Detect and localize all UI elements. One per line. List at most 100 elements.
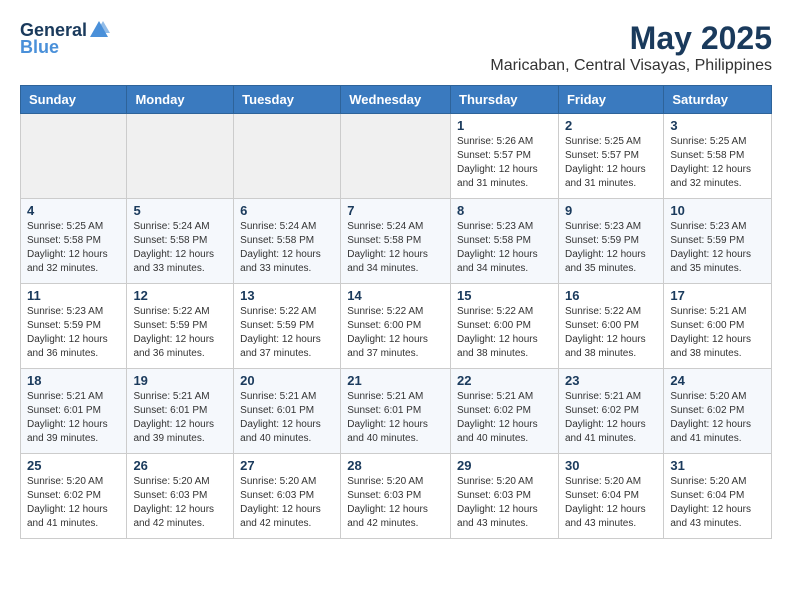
day-info: Sunrise: 5:21 AM Sunset: 6:01 PM Dayligh…: [240, 390, 334, 446]
day-cell: 29 Sunrise: 5:20 AM Sunset: 6:03 PM Dayli…: [451, 454, 559, 539]
logo-blue-text: Blue: [20, 37, 59, 58]
day-cell: 14Sunrise: 5:22 AM Sunset: 6:00 PM Dayli…: [341, 284, 451, 369]
day-number: 16: [565, 288, 657, 303]
day-cell: 13 Sunrise: 5:22 AM Sunset: 5:59 PM Dayli…: [234, 284, 341, 369]
day-cell: 22 Sunrise: 5:21 AM Sunset: 6:02 PM Dayli…: [451, 369, 559, 454]
day-cell: [234, 114, 341, 199]
day-info: Sunrise: 5:25 AM Sunset: 5:58 PM Dayligh…: [27, 220, 120, 276]
day-number: 26: [133, 458, 227, 473]
main-title: May 2025: [490, 20, 772, 57]
day-cell: 31 Sunrise: 5:20 AM Sunset: 6:04 PM Dayli…: [664, 454, 772, 539]
day-cell: 5 Sunrise: 5:24 AM Sunset: 5:58 PM Daylig…: [127, 199, 234, 284]
day-cell: [127, 114, 234, 199]
day-cell: 2 Sunrise: 5:25 AM Sunset: 5:57 PM Daylig…: [558, 114, 663, 199]
title-area: May 2025 Maricaban, Central Visayas, Phi…: [490, 20, 772, 75]
day-info: Sunrise: 5:20 AM Sunset: 6:04 PM Dayligh…: [670, 475, 765, 531]
day-number: 30: [565, 458, 657, 473]
day-number: 31: [670, 458, 765, 473]
column-header-wednesday: Wednesday: [341, 86, 451, 114]
day-cell: 27Sunrise: 5:20 AM Sunset: 6:03 PM Dayli…: [234, 454, 341, 539]
day-number: 9: [565, 203, 657, 218]
day-number: 23: [565, 373, 657, 388]
day-number: 25: [27, 458, 120, 473]
week-row-3: 11Sunrise: 5:23 AM Sunset: 5:59 PM Dayli…: [21, 284, 772, 369]
column-header-thursday: Thursday: [451, 86, 559, 114]
day-cell: 30 Sunrise: 5:20 AM Sunset: 6:04 PM Dayli…: [558, 454, 663, 539]
day-number: 20: [240, 373, 334, 388]
column-header-tuesday: Tuesday: [234, 86, 341, 114]
day-number: 3: [670, 118, 765, 133]
day-number: 5: [133, 203, 227, 218]
day-cell: [21, 114, 127, 199]
day-info: Sunrise: 5:22 AM Sunset: 5:59 PM Dayligh…: [240, 305, 334, 361]
header: General Blue May 2025 Maricaban, Central…: [20, 20, 772, 75]
day-number: 11: [27, 288, 120, 303]
day-info: Sunrise: 5:24 AM Sunset: 5:58 PM Dayligh…: [133, 220, 227, 276]
day-number: 28: [347, 458, 444, 473]
day-info: Sunrise: 5:20 AM Sunset: 6:03 PM Dayligh…: [457, 475, 552, 531]
day-cell: 24 Sunrise: 5:20 AM Sunset: 6:02 PM Dayli…: [664, 369, 772, 454]
day-cell: 3 Sunrise: 5:25 AM Sunset: 5:58 PM Daylig…: [664, 114, 772, 199]
day-info: Sunrise: 5:23 AM Sunset: 5:58 PM Dayligh…: [457, 220, 552, 276]
day-info: Sunrise: 5:21 AM Sunset: 6:00 PM Dayligh…: [670, 305, 765, 361]
day-info: Sunrise: 5:23 AM Sunset: 5:59 PM Dayligh…: [565, 220, 657, 276]
day-number: 24: [670, 373, 765, 388]
day-info: Sunrise: 5:21 AM Sunset: 6:01 PM Dayligh…: [133, 390, 227, 446]
day-number: 13: [240, 288, 334, 303]
logo: General Blue: [20, 20, 110, 58]
day-number: 29: [457, 458, 552, 473]
day-info: Sunrise: 5:20 AM Sunset: 6:03 PM Dayligh…: [347, 475, 444, 531]
day-cell: 26Sunrise: 5:20 AM Sunset: 6:03 PM Dayli…: [127, 454, 234, 539]
week-row-2: 4 Sunrise: 5:25 AM Sunset: 5:58 PM Daylig…: [21, 199, 772, 284]
day-info: Sunrise: 5:21 AM Sunset: 6:01 PM Dayligh…: [27, 390, 120, 446]
subtitle: Maricaban, Central Visayas, Philippines: [490, 57, 772, 75]
day-cell: 12Sunrise: 5:22 AM Sunset: 5:59 PM Dayli…: [127, 284, 234, 369]
day-cell: 4 Sunrise: 5:25 AM Sunset: 5:58 PM Daylig…: [21, 199, 127, 284]
day-info: Sunrise: 5:22 AM Sunset: 6:00 PM Dayligh…: [457, 305, 552, 361]
column-header-monday: Monday: [127, 86, 234, 114]
day-cell: 10 Sunrise: 5:23 AM Sunset: 5:59 PM Dayli…: [664, 199, 772, 284]
day-number: 19: [133, 373, 227, 388]
column-header-sunday: Sunday: [21, 86, 127, 114]
day-info: Sunrise: 5:22 AM Sunset: 6:00 PM Dayligh…: [565, 305, 657, 361]
day-cell: 23 Sunrise: 5:21 AM Sunset: 6:02 PM Dayli…: [558, 369, 663, 454]
day-info: Sunrise: 5:21 AM Sunset: 6:02 PM Dayligh…: [565, 390, 657, 446]
day-number: 22: [457, 373, 552, 388]
day-number: 10: [670, 203, 765, 218]
day-number: 2: [565, 118, 657, 133]
day-cell: 20 Sunrise: 5:21 AM Sunset: 6:01 PM Dayli…: [234, 369, 341, 454]
day-number: 12: [133, 288, 227, 303]
day-cell: 1Sunrise: 5:26 AM Sunset: 5:57 PM Daylig…: [451, 114, 559, 199]
day-info: Sunrise: 5:25 AM Sunset: 5:58 PM Dayligh…: [670, 135, 765, 191]
day-cell: 18 Sunrise: 5:21 AM Sunset: 6:01 PM Dayli…: [21, 369, 127, 454]
day-cell: [341, 114, 451, 199]
day-cell: 11Sunrise: 5:23 AM Sunset: 5:59 PM Dayli…: [21, 284, 127, 369]
day-number: 17: [670, 288, 765, 303]
week-row-1: 1Sunrise: 5:26 AM Sunset: 5:57 PM Daylig…: [21, 114, 772, 199]
day-cell: 16 Sunrise: 5:22 AM Sunset: 6:00 PM Dayli…: [558, 284, 663, 369]
column-header-saturday: Saturday: [664, 86, 772, 114]
logo-icon: [88, 19, 110, 41]
day-number: 8: [457, 203, 552, 218]
day-cell: 21Sunrise: 5:21 AM Sunset: 6:01 PM Dayli…: [341, 369, 451, 454]
week-row-4: 18 Sunrise: 5:21 AM Sunset: 6:01 PM Dayli…: [21, 369, 772, 454]
day-number: 15: [457, 288, 552, 303]
day-info: Sunrise: 5:20 AM Sunset: 6:02 PM Dayligh…: [27, 475, 120, 531]
day-info: Sunrise: 5:20 AM Sunset: 6:04 PM Dayligh…: [565, 475, 657, 531]
day-cell: 25 Sunrise: 5:20 AM Sunset: 6:02 PM Dayli…: [21, 454, 127, 539]
day-number: 21: [347, 373, 444, 388]
day-info: Sunrise: 5:25 AM Sunset: 5:57 PM Dayligh…: [565, 135, 657, 191]
day-number: 14: [347, 288, 444, 303]
day-number: 6: [240, 203, 334, 218]
day-cell: 15 Sunrise: 5:22 AM Sunset: 6:00 PM Dayli…: [451, 284, 559, 369]
day-info: Sunrise: 5:21 AM Sunset: 6:02 PM Dayligh…: [457, 390, 552, 446]
day-info: Sunrise: 5:24 AM Sunset: 5:58 PM Dayligh…: [347, 220, 444, 276]
day-number: 18: [27, 373, 120, 388]
day-number: 7: [347, 203, 444, 218]
day-cell: 6Sunrise: 5:24 AM Sunset: 5:58 PM Daylig…: [234, 199, 341, 284]
day-cell: 8 Sunrise: 5:23 AM Sunset: 5:58 PM Daylig…: [451, 199, 559, 284]
day-info: Sunrise: 5:20 AM Sunset: 6:02 PM Dayligh…: [670, 390, 765, 446]
day-cell: 17 Sunrise: 5:21 AM Sunset: 6:00 PM Dayli…: [664, 284, 772, 369]
day-number: 4: [27, 203, 120, 218]
day-info: Sunrise: 5:23 AM Sunset: 5:59 PM Dayligh…: [670, 220, 765, 276]
